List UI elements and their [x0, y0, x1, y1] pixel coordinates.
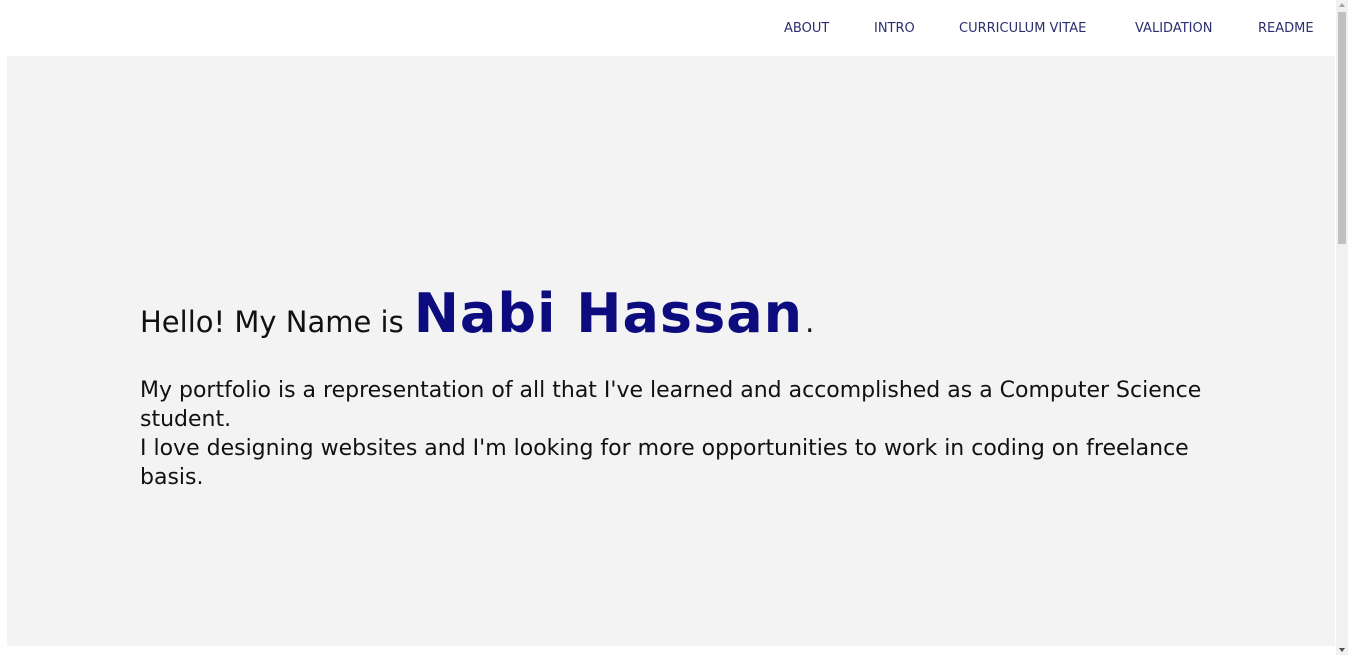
hero-section: Hello! My Name is Nabi Hassan. My portfol… [7, 56, 1335, 646]
vertical-scrollbar[interactable] [1336, 0, 1348, 655]
scrollbar-thumb[interactable] [1338, 12, 1346, 244]
greeting-period: . [805, 305, 815, 339]
nav-link-readme[interactable]: README [1258, 21, 1314, 36]
intro-paragraph-2: I love designing websites and I'm lookin… [140, 436, 1189, 490]
nav-link-about[interactable]: ABOUT [784, 21, 829, 36]
owner-name: Nabi Hassan [413, 282, 804, 345]
greeting-text: Hello! My Name is [140, 305, 404, 339]
nav-link-curriculum-vitae[interactable]: CURRICULUM VITAE [959, 21, 1086, 36]
top-navigation: ABOUT INTRO CURRICULUM VITAE VALIDATION … [0, 0, 1336, 56]
portfolio-page: ABOUT INTRO CURRICULUM VITAE VALIDATION … [0, 0, 1348, 655]
greeting-heading: Hello! My Name is Nabi Hassan. [140, 282, 814, 345]
intro-paragraph-1: My portfolio is a representation of all … [140, 378, 1202, 432]
nav-link-validation[interactable]: VALIDATION [1135, 21, 1212, 36]
nav-link-intro[interactable]: INTRO [874, 21, 915, 36]
scroll-down-arrow-icon[interactable] [1339, 648, 1345, 652]
scroll-up-arrow-icon[interactable] [1339, 3, 1345, 7]
intro-text: My portfolio is a representation of all … [140, 376, 1220, 492]
